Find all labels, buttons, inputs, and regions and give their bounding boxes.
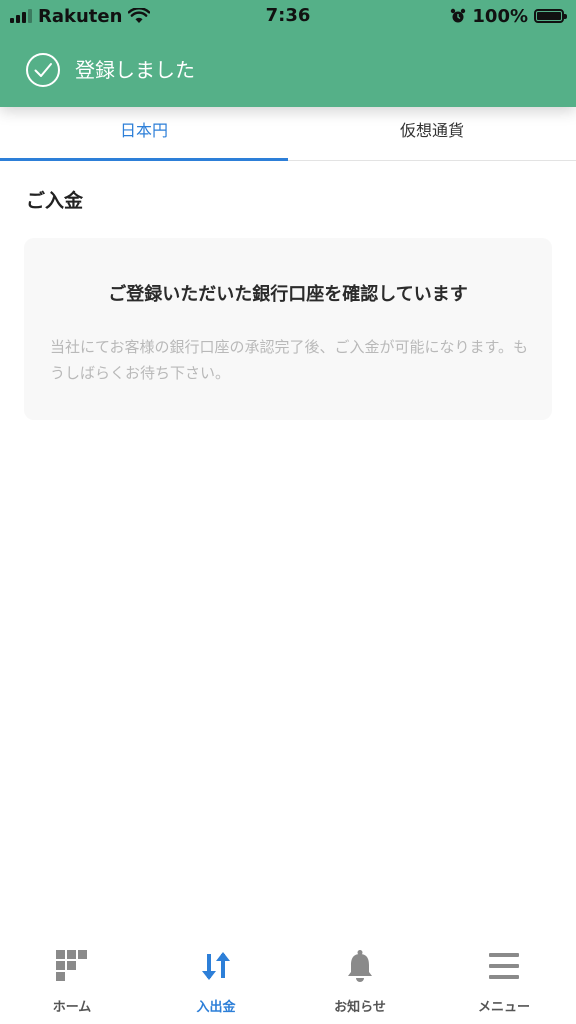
bell-icon — [348, 950, 372, 982]
card-body: 当社にてお客様の銀行口座の承認完了後、ご入金が可能になります。もうしばらくお待ち… — [50, 338, 529, 382]
status-right: 100% — [450, 5, 567, 27]
deposit-withdraw-icon — [202, 952, 230, 980]
home-grid-icon — [56, 950, 87, 981]
alarm-icon — [451, 8, 466, 23]
nav-item-notifications[interactable]: お知らせ — [288, 944, 432, 1024]
bottom-nav: ホーム 入出金 お知らせ メニュー — [0, 944, 576, 1024]
tab-jpy[interactable]: 日本円 — [0, 107, 288, 160]
tab-crypto[interactable]: 仮想通貨 — [288, 107, 576, 160]
battery-percent: 100% — [472, 5, 528, 27]
bank-verification-card: ご登録いただいた銀行口座を確認しています 当社にてお客様の銀行口座の承認完了後、… — [24, 238, 552, 420]
wifi-icon — [128, 8, 151, 23]
nav-item-deposit[interactable]: 入出金 — [144, 944, 288, 1024]
tab-jpy-label: 日本円 — [119, 121, 168, 140]
section-title: ご入金 — [26, 190, 84, 212]
tab-crypto-label: 仮想通貨 — [399, 121, 464, 140]
status-bar: Rakuten 7:36 100% — [0, 0, 576, 32]
nav-label-deposit: 入出金 — [196, 1000, 236, 1015]
card-heading: ご登録いただいた銀行口座を確認しています — [108, 284, 468, 305]
screen: Rakuten 7:36 100% 登録しました 日本円 仮想通貨 ご入金 ご登… — [0, 0, 576, 1024]
battery-icon — [534, 9, 567, 23]
signal-icon — [10, 9, 32, 23]
nav-item-home[interactable]: ホーム — [0, 944, 144, 1024]
nav-item-menu[interactable]: メニュー — [432, 944, 576, 1024]
nav-label-menu: メニュー — [477, 1000, 530, 1015]
top-banner: Rakuten 7:36 100% 登録しました — [0, 0, 576, 107]
currency-tabs: 日本円 仮想通貨 — [0, 107, 576, 161]
check-circle-icon — [26, 53, 60, 87]
menu-icon — [489, 953, 519, 979]
toast-message: 登録しました — [75, 58, 195, 82]
success-toast: 登録しました — [0, 40, 576, 100]
carrier-name: Rakuten — [38, 5, 123, 27]
tab-active-indicator — [0, 158, 288, 161]
status-left: Rakuten — [10, 5, 151, 27]
nav-label-notifications: お知らせ — [334, 1000, 386, 1015]
nav-label-home: ホーム — [52, 1000, 92, 1015]
